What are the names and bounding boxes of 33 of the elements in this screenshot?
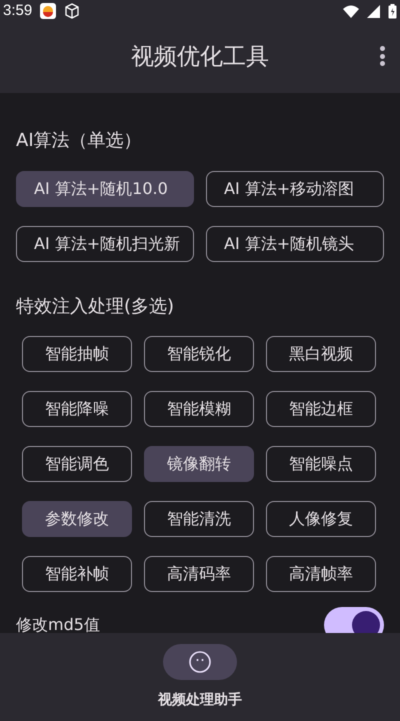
option-chip[interactable]: 智能锐化	[144, 336, 254, 372]
setting-label: 修改md5值	[16, 614, 100, 633]
option-chip[interactable]: 人像修复	[266, 501, 376, 537]
option-chip[interactable]: 智能边框	[266, 391, 376, 427]
status-time: 3:59	[3, 0, 32, 21]
option-chip[interactable]: 镜像翻转	[144, 446, 254, 482]
option-chip[interactable]: 高清帧率	[266, 556, 376, 592]
battery-icon	[388, 4, 397, 18]
option-chip[interactable]: 智能噪点	[266, 446, 376, 482]
app-title: 视频优化工具	[131, 43, 269, 72]
section-title: AI算法（单选）	[16, 129, 143, 153]
option-chip[interactable]: 黑白视频	[266, 336, 376, 372]
section-title: 特效注入处理(多选)	[16, 295, 176, 319]
wifi-icon	[343, 4, 359, 18]
option-chip[interactable]: 参数修改	[22, 501, 132, 537]
option-chip[interactable]: 智能抽帧	[22, 336, 132, 372]
cube-icon	[64, 3, 80, 19]
signal-icon	[367, 4, 380, 18]
option-chip[interactable]: 智能调色	[22, 446, 132, 482]
option-chip[interactable]: 高清码率	[144, 556, 254, 592]
option-chip[interactable]: AI 算法+随机10.0	[16, 171, 194, 207]
option-chip[interactable]: AI 算法+移动溶图	[206, 171, 384, 207]
toggle-switch[interactable]	[324, 607, 384, 633]
option-chip[interactable]: 智能清洗	[144, 501, 254, 537]
app-notification-icon	[40, 3, 56, 19]
more-options-icon[interactable]	[378, 46, 386, 66]
option-chip[interactable]: 智能补帧	[22, 556, 132, 592]
option-chip[interactable]: AI 算法+随机扫光新	[16, 226, 194, 262]
option-chip[interactable]: AI 算法+随机镜头	[206, 226, 384, 262]
option-chip[interactable]: 智能降噪	[22, 391, 132, 427]
nav-item[interactable]: 视频处理助手	[158, 644, 242, 710]
face-icon	[188, 650, 212, 674]
option-chip[interactable]: 智能模糊	[144, 391, 254, 427]
